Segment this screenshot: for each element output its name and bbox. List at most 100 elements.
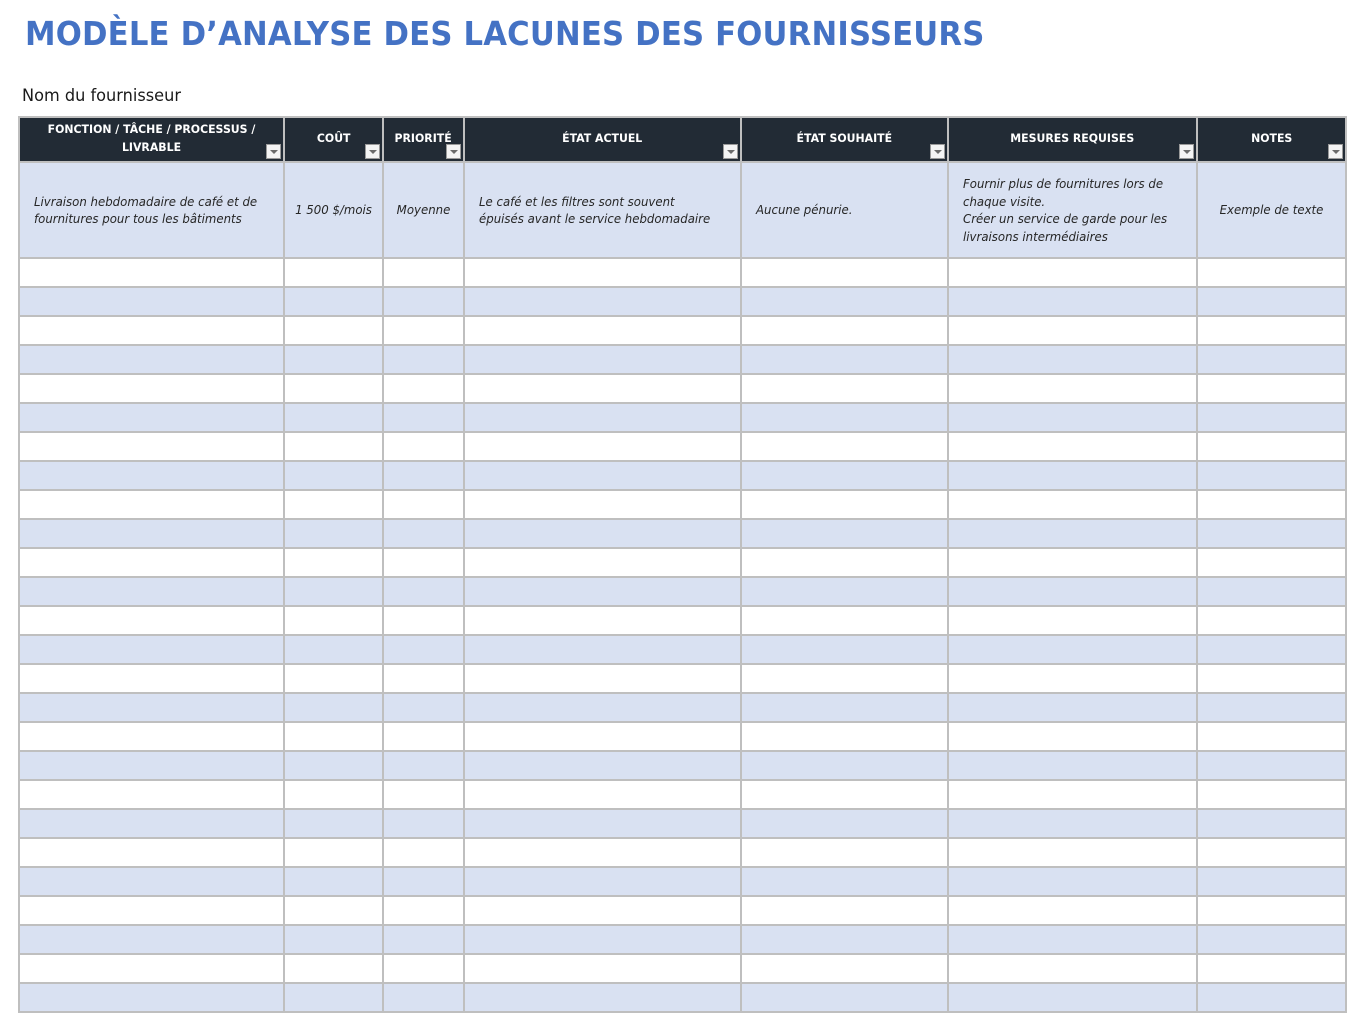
cell-notes[interactable] (1196, 663, 1347, 694)
cell-priority[interactable] (382, 750, 465, 781)
cell-actions-required[interactable] (947, 286, 1198, 317)
cell-actions-required[interactable] (947, 924, 1198, 955)
cell-function[interactable] (18, 866, 285, 897)
cell-desired-state[interactable] (740, 518, 949, 549)
cell-current-state[interactable] (463, 837, 742, 868)
cell-notes[interactable] (1196, 315, 1347, 346)
cell-current-state[interactable] (463, 460, 742, 491)
cell-function[interactable] (18, 460, 285, 491)
cell-current-state[interactable] (463, 576, 742, 607)
cell-cost[interactable] (283, 634, 384, 665)
cell-actions-required[interactable] (947, 808, 1198, 839)
cell-priority[interactable] (382, 257, 465, 288)
cell-cost[interactable] (283, 315, 384, 346)
cell-notes[interactable] (1196, 721, 1347, 752)
cell-current-state[interactable] (463, 605, 742, 636)
cell-cost[interactable] (283, 373, 384, 404)
cell-notes[interactable] (1196, 808, 1347, 839)
cell-current-state[interactable] (463, 750, 742, 781)
cell-current-state[interactable] (463, 547, 742, 578)
cell-actions-required[interactable] (947, 663, 1198, 694)
cell-notes[interactable] (1196, 402, 1347, 433)
cell-current-state[interactable] (463, 257, 742, 288)
cell-notes[interactable] (1196, 837, 1347, 868)
cell-function[interactable] (18, 779, 285, 810)
cell-desired-state[interactable] (740, 808, 949, 839)
cell-desired-state[interactable]: Aucune pénurie. (740, 161, 949, 259)
cell-desired-state[interactable] (740, 750, 949, 781)
cell-cost[interactable] (283, 837, 384, 868)
cell-priority[interactable] (382, 315, 465, 346)
cell-current-state[interactable] (463, 895, 742, 926)
cell-notes[interactable] (1196, 982, 1347, 1013)
cell-current-state[interactable] (463, 663, 742, 694)
cell-cost[interactable] (283, 982, 384, 1013)
cell-notes[interactable] (1196, 257, 1347, 288)
cell-notes[interactable] (1196, 460, 1347, 491)
cell-notes[interactable] (1196, 431, 1347, 462)
cell-desired-state[interactable] (740, 982, 949, 1013)
cell-actions-required[interactable] (947, 373, 1198, 404)
cell-desired-state[interactable] (740, 431, 949, 462)
cell-actions-required[interactable] (947, 460, 1198, 491)
cell-actions-required[interactable] (947, 518, 1198, 549)
cell-cost[interactable] (283, 460, 384, 491)
cell-current-state[interactable] (463, 866, 742, 897)
dropdown-filter-icon[interactable] (365, 144, 380, 159)
dropdown-filter-icon[interactable] (723, 144, 738, 159)
cell-current-state[interactable] (463, 286, 742, 317)
cell-desired-state[interactable] (740, 344, 949, 375)
cell-current-state[interactable] (463, 518, 742, 549)
cell-cost[interactable] (283, 721, 384, 752)
cell-function[interactable] (18, 808, 285, 839)
cell-priority[interactable] (382, 779, 465, 810)
cell-desired-state[interactable] (740, 866, 949, 897)
cell-current-state[interactable] (463, 634, 742, 665)
cell-desired-state[interactable] (740, 663, 949, 694)
cell-actions-required[interactable] (947, 402, 1198, 433)
cell-current-state[interactable] (463, 808, 742, 839)
cell-priority[interactable] (382, 837, 465, 868)
cell-function[interactable] (18, 489, 285, 520)
cell-actions-required[interactable] (947, 431, 1198, 462)
cell-priority[interactable] (382, 431, 465, 462)
cell-priority[interactable] (382, 460, 465, 491)
cell-function[interactable]: Livraison hebdomadaire de café et de fou… (18, 161, 285, 259)
dropdown-filter-icon[interactable] (266, 144, 281, 159)
cell-actions-required[interactable] (947, 344, 1198, 375)
cell-function[interactable] (18, 837, 285, 868)
cell-notes[interactable]: Exemple de texte (1196, 161, 1347, 259)
cell-actions-required[interactable] (947, 721, 1198, 752)
cell-current-state[interactable] (463, 779, 742, 810)
cell-current-state[interactable] (463, 402, 742, 433)
cell-function[interactable] (18, 692, 285, 723)
cell-notes[interactable] (1196, 373, 1347, 404)
cell-priority[interactable] (382, 982, 465, 1013)
cell-notes[interactable] (1196, 779, 1347, 810)
cell-actions-required[interactable]: Fournir plus de fournitures lors de chaq… (947, 161, 1198, 259)
cell-priority[interactable] (382, 518, 465, 549)
cell-priority[interactable] (382, 373, 465, 404)
cell-function[interactable] (18, 373, 285, 404)
cell-function[interactable] (18, 634, 285, 665)
cell-desired-state[interactable] (740, 605, 949, 636)
cell-cost[interactable] (283, 692, 384, 723)
cell-priority[interactable] (382, 924, 465, 955)
cell-desired-state[interactable] (740, 576, 949, 607)
cell-notes[interactable] (1196, 634, 1347, 665)
cell-actions-required[interactable] (947, 489, 1198, 520)
cell-notes[interactable] (1196, 953, 1347, 984)
cell-current-state[interactable] (463, 315, 742, 346)
cell-desired-state[interactable] (740, 257, 949, 288)
dropdown-filter-icon[interactable] (930, 144, 945, 159)
cell-desired-state[interactable] (740, 779, 949, 810)
cell-notes[interactable] (1196, 286, 1347, 317)
cell-cost[interactable] (283, 344, 384, 375)
cell-function[interactable] (18, 750, 285, 781)
cell-cost[interactable] (283, 547, 384, 578)
cell-priority[interactable] (382, 605, 465, 636)
cell-cost[interactable]: 1 500 $/mois (283, 161, 384, 259)
cell-priority[interactable] (382, 895, 465, 926)
cell-actions-required[interactable] (947, 634, 1198, 665)
cell-actions-required[interactable] (947, 866, 1198, 897)
